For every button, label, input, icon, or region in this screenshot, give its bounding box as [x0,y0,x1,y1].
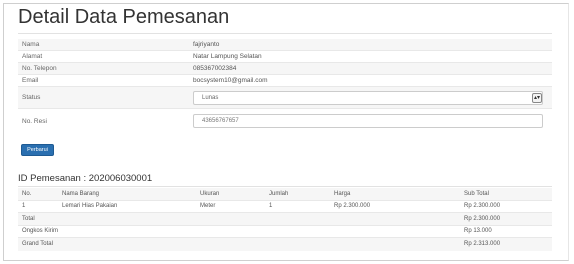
item-qty: 1 [269,203,273,210]
grand-total-label: Grand Total [22,241,53,248]
phone-label: No. Telepon [22,65,57,72]
status-select[interactable]: Lunas ▴▾ [193,90,543,105]
order-id: ID Pemesanan : 202006030001 [18,173,153,184]
resi-input-value: 43656767657 [202,118,239,124]
item-price: Rp 2.300.000 [334,203,371,210]
order-items-table: No. Nama Barang Ukuran Jumlah Harga Sub … [18,188,552,251]
select-caret-icon: ▴▾ [532,92,542,103]
summary-row-shipping: Ongkos Kirim Rp 13.000 [18,226,552,238]
shipping-value: Rp 13.000 [464,228,492,235]
total-value: Rp 2.300.000 [464,215,501,222]
order-divider [18,186,552,187]
email-label: Email [22,77,39,84]
address-value: Natar Lampung Selatan [193,53,262,60]
item-size: Meter [200,203,216,210]
header-item-name: Nama Barang [62,190,100,197]
info-row-address: Alamat Natar Lampung Selatan [18,51,552,63]
resi-label: No. Resi [22,117,47,125]
header-qty: Jumlah [269,190,289,197]
phone-value: 085367002384 [193,65,237,72]
item-no: 1 [22,203,26,210]
header-no: No. [22,190,32,197]
name-value: fajriyanto [193,41,220,48]
header-price: Harga [334,190,351,197]
table-row: 1 Lemari Hias Pakaian Meter 1 Rp 2.300.0… [18,201,552,213]
address-label: Alamat [22,53,43,60]
info-row-phone: No. Telepon 085367002384 [18,63,552,75]
resi-input[interactable]: 43656767657 [193,114,543,128]
table-header-row: No. Nama Barang Ukuran Jumlah Harga Sub … [18,188,552,201]
status-label: Status [22,94,41,101]
header-size: Ukuran [200,190,220,197]
email-value: bocsystem10@gmail.com [193,77,268,84]
total-label: Total [22,215,35,222]
info-row-email: Email bocsystem10@gmail.com [18,75,552,87]
status-select-value: Lunas [202,94,219,101]
summary-row-total: Total Rp 2.300.000 [18,213,552,226]
name-label: Nama [22,41,40,48]
page-title: Detail Data Pemesanan [18,6,230,28]
shipping-label: Ongkos Kirim [22,228,59,235]
info-row-name: Nama fajriyanto [18,39,552,51]
title-divider [18,33,552,34]
grand-total-value: Rp 2.313.000 [464,241,501,248]
info-row-resi: No. Resi 43656767657 [18,109,552,133]
summary-row-grand-total: Grand Total Rp 2.313.000 [18,238,552,251]
update-button[interactable]: Perbarui [21,144,54,156]
item-subtotal: Rp 2.300.000 [464,203,501,210]
customer-info-table: Nama fajriyanto Alamat Natar Lampung Sel… [18,39,552,133]
header-subtotal: Sub Total [464,190,489,197]
item-name: Lemari Hias Pakaian [62,203,118,210]
info-row-status: Status Lunas ▴▾ [18,87,552,109]
